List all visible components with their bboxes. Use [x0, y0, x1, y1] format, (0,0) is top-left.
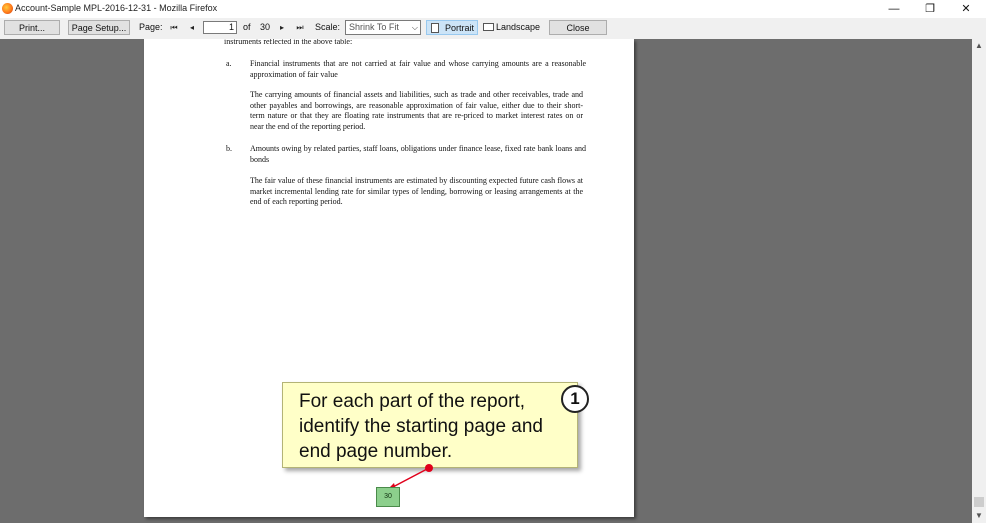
callout-arrow [386, 464, 433, 491]
page-number-highlight: 30 [376, 487, 400, 507]
arrow-anchor-dot [425, 464, 433, 472]
arrow-line [390, 467, 430, 489]
